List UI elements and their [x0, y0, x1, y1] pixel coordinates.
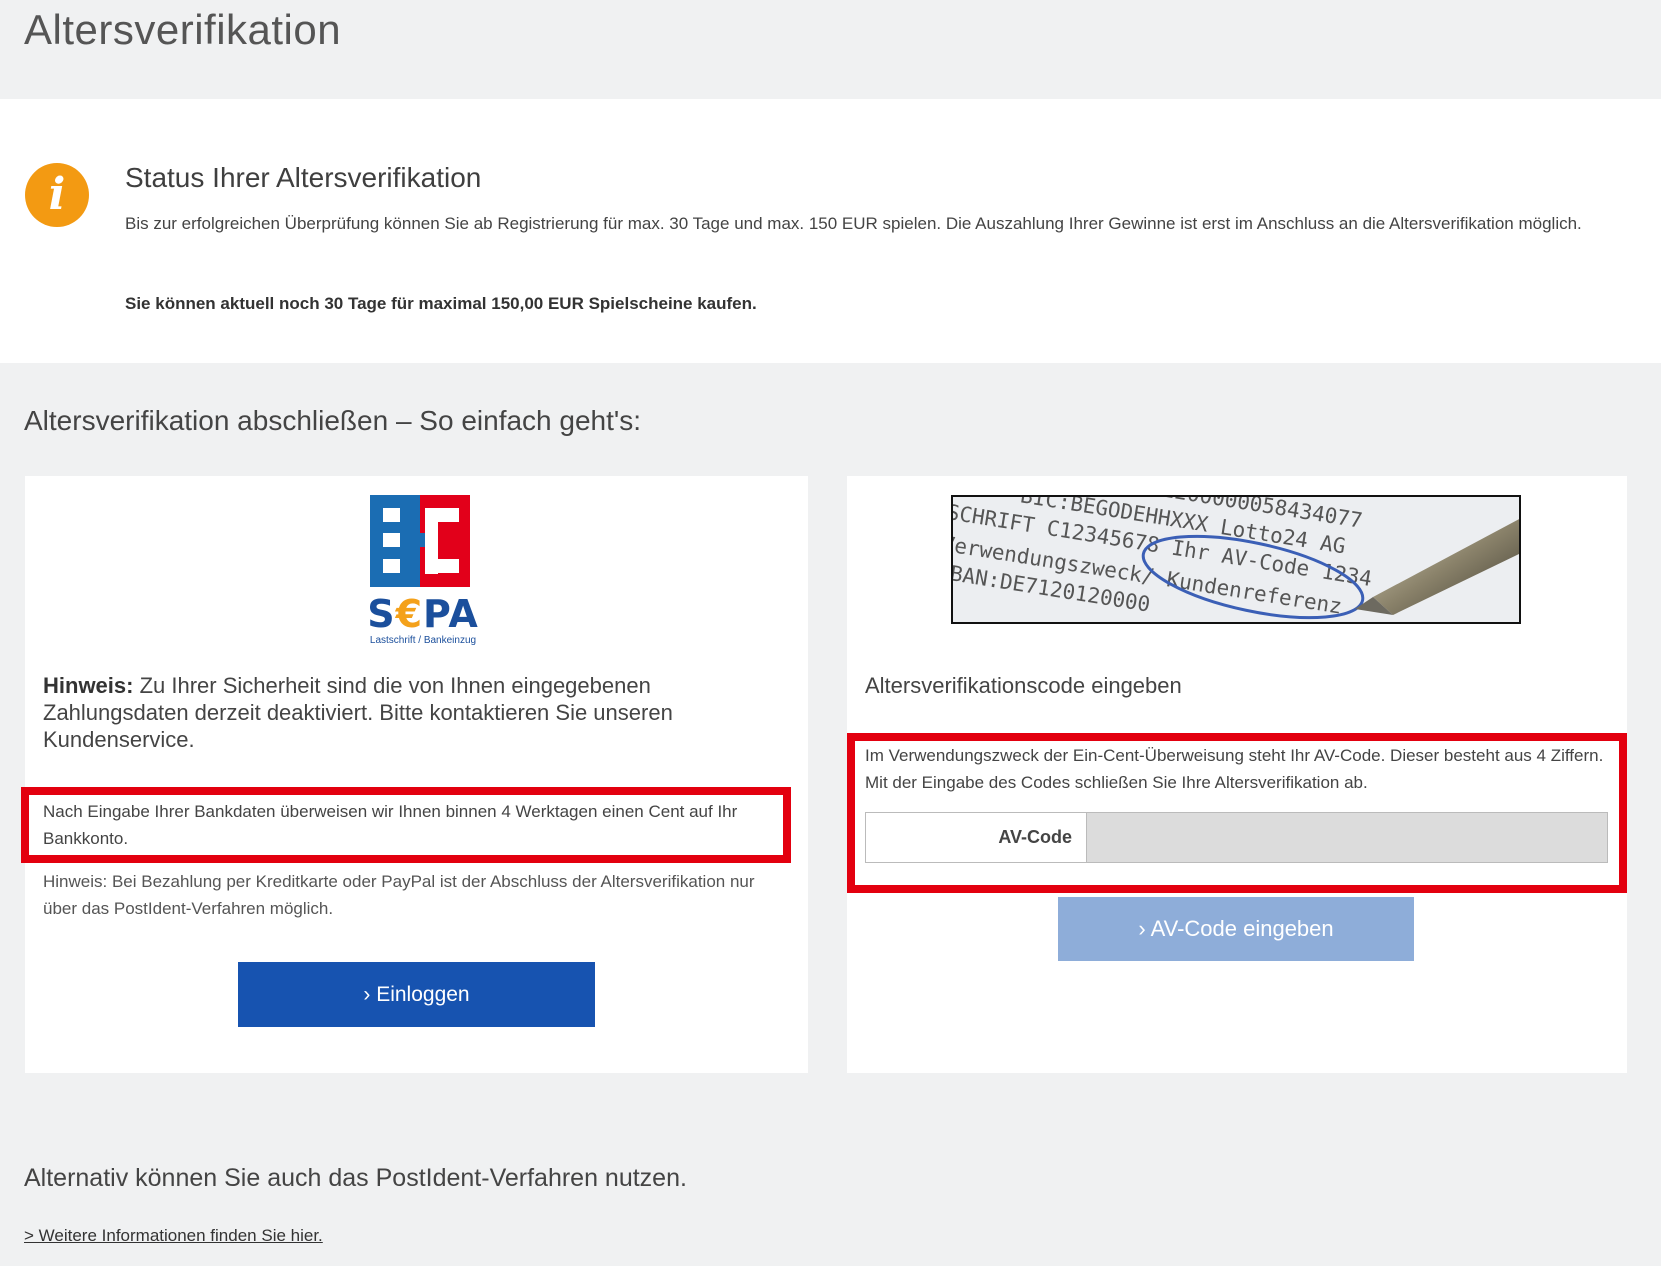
- av-code-card: IBAN:DE71201200000058434077 BIC:BEGODEHH…: [847, 476, 1627, 1073]
- sepa-logo: S€PA: [367, 592, 479, 636]
- bank-statement-image: IBAN:DE71201200000058434077 BIC:BEGODEHH…: [951, 495, 1521, 624]
- login-button[interactable]: › Einloggen: [238, 962, 595, 1027]
- av-code-instructions: Im Verwendungszweck der Ein-Cent-Überwei…: [865, 746, 1604, 792]
- av-code-field: AV-Code: [865, 812, 1608, 863]
- bank-transfer-card: S€PA Lastschrift / Bankeinzug Hinweis: Z…: [21, 476, 808, 1073]
- bank-transfer-text: Nach Eingabe Ihrer Bankdaten überweisen …: [43, 802, 738, 848]
- submit-av-code-button[interactable]: › AV-Code eingeben: [1058, 897, 1414, 961]
- info-icon: i: [25, 163, 89, 227]
- status-remaining-text: Sie können aktuell noch 30 Tage für maxi…: [125, 294, 757, 313]
- status-text: Bis zur erfolgreichen Überprüfung können…: [125, 214, 1582, 233]
- status-title: Status Ihrer Altersverifikation: [125, 162, 482, 193]
- ec-logo-icon: [370, 495, 470, 587]
- more-info-link[interactable]: > Weitere Informationen finden Sie hier.: [24, 1226, 323, 1246]
- page-title: Altersverifikation: [24, 6, 342, 53]
- av-code-label: AV-Code: [866, 813, 1087, 862]
- creditcard-hint: Hinweis: Bei Bezahlung per Kreditkarte o…: [43, 872, 755, 918]
- postident-title: Alternativ können Sie auch das PostIdent…: [24, 1164, 687, 1192]
- av-code-input[interactable]: [1087, 813, 1607, 862]
- section-title: Altersverifikation abschließen – So einf…: [24, 405, 642, 436]
- payment-hint: Hinweis: Zu Ihrer Sicherheit sind die vo…: [43, 673, 673, 752]
- sepa-logo-subtitle: Lastschrift / Bankeinzug: [369, 635, 477, 646]
- bank-statement-illustration: IBAN:DE71201200000058434077 BIC:BEGODEHH…: [953, 497, 1519, 622]
- av-code-title: Altersverifikationscode eingeben: [865, 673, 1182, 698]
